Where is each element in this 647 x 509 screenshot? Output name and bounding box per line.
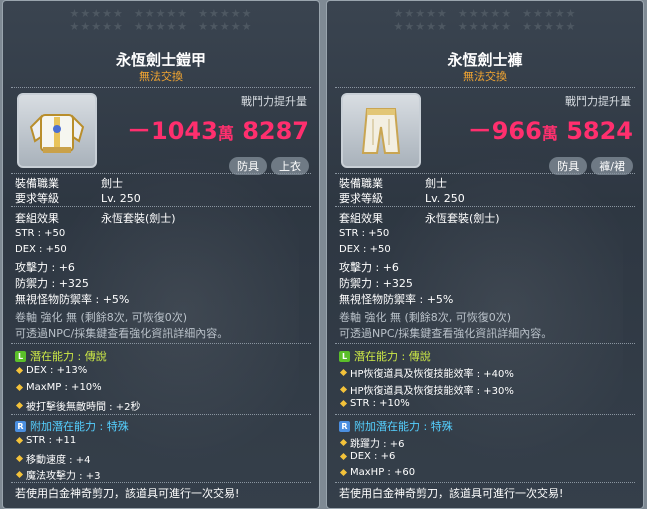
rare-badge-icon: R bbox=[15, 420, 26, 432]
additional-potential-line: MaxHP : +60 bbox=[339, 467, 415, 478]
combat-power-label: 戰鬥力提升量 bbox=[241, 95, 307, 108]
stat-line: 防禦力 : +325 bbox=[15, 277, 89, 290]
bullet-icon bbox=[339, 452, 348, 461]
potential-header: L 潛在能力 : 傳說 bbox=[339, 348, 431, 364]
stat-line: STR : +50 bbox=[15, 228, 66, 239]
bullet-icon bbox=[15, 366, 24, 375]
divider bbox=[11, 343, 311, 344]
item-title: 永恆劍士褲 bbox=[447, 51, 523, 69]
divider bbox=[11, 87, 311, 88]
stat-line: DEX : +50 bbox=[339, 244, 391, 255]
set-effect: 套組效果 永恆套裝(劍士) bbox=[339, 212, 500, 225]
bullet-icon bbox=[339, 399, 348, 408]
potential-line: MaxMP : +10% bbox=[15, 382, 102, 393]
item-tooltip-armor: ★★★★★ ★★★★★ ★★★★★ ★★★★★ ★★★★★ ★★★★★ 永恆劍士鎧甲 無… bbox=[2, 0, 320, 509]
additional-potential-header: R 附加潛在能力 : 特殊 bbox=[15, 418, 129, 434]
star-force-row: ★★★★★ ★★★★★ ★★★★★ ★★★★★ ★★★★★ ★★★★★ bbox=[393, 7, 577, 33]
divider bbox=[335, 414, 635, 415]
divider bbox=[335, 343, 635, 344]
required-level: 要求等級 Lv. 250 bbox=[339, 192, 465, 205]
bullet-icon bbox=[339, 368, 348, 377]
potential-line: STR : +10% bbox=[339, 398, 410, 409]
legendary-badge-icon: L bbox=[339, 350, 350, 362]
bullet-icon bbox=[15, 436, 24, 445]
stat-line: 無視怪物防禦率 : +5% bbox=[339, 293, 454, 306]
divider bbox=[11, 414, 311, 415]
additional-potential-header: R 附加潛在能力 : 特殊 bbox=[339, 418, 453, 434]
enhance-hint: 可透過NPC/採集鍵查看強化資訊詳細內容。 bbox=[15, 327, 229, 340]
bullet-icon bbox=[339, 468, 348, 477]
additional-potential-line: 跳躍力 : +6 bbox=[339, 435, 404, 450]
scissors-notice: 若使用白金神奇剪刀，該道具可進行一次交易! bbox=[15, 487, 240, 500]
stat-line: 攻擊力 : +6 bbox=[15, 261, 75, 274]
potential-header: L 潛在能力 : 傳說 bbox=[15, 348, 107, 364]
potential-line: 被打擊後無敵時間 : +2秒 bbox=[15, 398, 140, 413]
divider bbox=[335, 482, 635, 483]
legendary-badge-icon: L bbox=[15, 350, 26, 362]
additional-potential-line: 魔法攻擊力 : +3 bbox=[15, 467, 100, 482]
set-effect: 套組效果 永恆套裝(劍士) bbox=[15, 212, 176, 225]
divider bbox=[11, 173, 311, 174]
bullet-icon bbox=[339, 438, 348, 447]
stat-line: 攻擊力 : +6 bbox=[339, 261, 399, 274]
scissors-notice: 若使用白金神奇剪刀，該道具可進行一次交易! bbox=[339, 487, 564, 500]
trade-status: 無法交換 bbox=[139, 70, 183, 83]
rare-badge-icon: R bbox=[339, 420, 350, 432]
bullet-icon bbox=[15, 383, 24, 392]
item-tooltip-pants: ★★★★★ ★★★★★ ★★★★★ ★★★★★ ★★★★★ ★★★★★ 永恆劍士褲 無法… bbox=[326, 0, 644, 509]
stat-line: 無視怪物防禦率 : +5% bbox=[15, 293, 130, 306]
combat-power-change: －1043萬 8287 bbox=[127, 117, 309, 145]
potential-line: HP恢復道具及恢復技能效率 : +30% bbox=[339, 382, 514, 397]
bullet-icon bbox=[15, 454, 24, 463]
stat-line: 防禦力 : +325 bbox=[339, 277, 413, 290]
trade-status: 無法交換 bbox=[463, 70, 507, 83]
additional-potential-line: DEX : +6 bbox=[339, 451, 395, 462]
stat-line: STR : +50 bbox=[339, 228, 390, 239]
divider bbox=[11, 206, 311, 207]
divider bbox=[335, 206, 635, 207]
bullet-icon bbox=[15, 470, 24, 479]
potential-line: DEX : +13% bbox=[15, 365, 87, 376]
additional-potential-line: STR : +11 bbox=[15, 435, 76, 446]
potential-line: HP恢復道具及恢復技能效率 : +40% bbox=[339, 365, 514, 380]
item-icon-armor bbox=[17, 93, 97, 168]
divider bbox=[335, 87, 635, 88]
required-job: 裝備職業 劍士 bbox=[339, 177, 447, 190]
scroll-info: 卷軸 強化 無 (剩餘8次, 可恢復0次) bbox=[339, 311, 512, 324]
combat-power-change: －966萬 5824 bbox=[467, 117, 633, 145]
divider bbox=[11, 482, 311, 483]
star-force-row: ★★★★★ ★★★★★ ★★★★★ ★★★★★ ★★★★★ ★★★★★ bbox=[69, 7, 253, 33]
bullet-icon bbox=[339, 385, 348, 394]
scroll-info: 卷軸 強化 無 (剩餘8次, 可恢復0次) bbox=[15, 311, 188, 324]
item-icon-pants bbox=[341, 93, 421, 168]
divider bbox=[335, 173, 635, 174]
enhance-hint: 可透過NPC/採集鍵查看強化資訊詳細內容。 bbox=[339, 327, 553, 340]
stat-line: DEX : +50 bbox=[15, 244, 67, 255]
bullet-icon bbox=[15, 401, 24, 410]
item-title: 永恆劍士鎧甲 bbox=[115, 51, 206, 69]
combat-power-label: 戰鬥力提升量 bbox=[565, 95, 631, 108]
additional-potential-line: 移動速度 : +4 bbox=[15, 451, 90, 466]
required-job: 裝備職業 劍士 bbox=[15, 177, 123, 190]
required-level: 要求等級 Lv. 250 bbox=[15, 192, 141, 205]
